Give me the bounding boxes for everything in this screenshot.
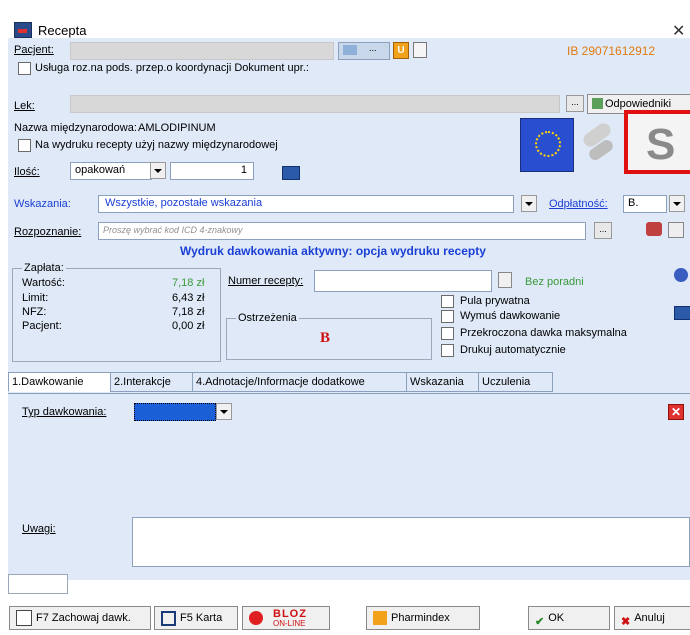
document-icon[interactable] xyxy=(498,272,512,288)
tab-allergies[interactable]: Uczulenia xyxy=(478,372,553,392)
option-label-3: Drukuj automatycznie xyxy=(460,344,566,356)
ib-number: IB 29071612912 xyxy=(567,44,656,58)
tools-icon[interactable] xyxy=(674,268,688,282)
title-bar: Recepta ✕ xyxy=(0,8,690,40)
search-card-icon xyxy=(161,610,176,626)
rx-number-input[interactable] xyxy=(314,270,492,292)
service-checkbox[interactable] xyxy=(18,62,31,75)
pharmindex-icon xyxy=(373,611,387,626)
tab-interactions[interactable]: 2.Interakcje xyxy=(110,372,194,392)
pay-key-0: Wartość: xyxy=(22,277,65,289)
ok-button[interactable]: ✔ OK xyxy=(528,606,610,630)
card-button[interactable]: F5 Karta xyxy=(154,606,238,630)
bottom-tab-stub xyxy=(8,574,68,594)
print-notice: Wydruk dawkowania aktywny: opcja wydruku… xyxy=(180,244,486,258)
dosing-type-label: Typ dawkowania: xyxy=(22,406,107,418)
warnings-title: Ostrzeżenia xyxy=(236,312,299,324)
equivalents-icon xyxy=(592,98,603,109)
warnings-letter: B xyxy=(320,330,331,346)
s-badge: S xyxy=(624,110,690,174)
indications-select[interactable]: Wszystkie, pozostałe wskazania xyxy=(98,195,514,213)
eu-flag-icon xyxy=(520,118,574,172)
notes-label: Uwagi: xyxy=(22,523,56,535)
eraser-icon[interactable] xyxy=(646,222,662,236)
diagnosis-label: Rozpoznanie: xyxy=(14,226,82,238)
payment-summary-title: Zapłata: xyxy=(22,262,66,274)
rx-number-label: Numer recepty: xyxy=(228,275,304,287)
pay-key-3: Pacjent: xyxy=(22,320,62,332)
diagnosis-input[interactable]: Proszę wybrać kod ICD 4-znakowy xyxy=(98,222,586,240)
notes-textarea[interactable] xyxy=(132,517,690,567)
cancel-icon: ✖ xyxy=(621,616,631,629)
option-checkbox-2[interactable] xyxy=(441,327,454,340)
intl-name-label: Nazwa międzynarodowa: xyxy=(14,122,137,134)
tab-indications[interactable]: Wskazania xyxy=(406,372,481,392)
drug-field[interactable] xyxy=(70,95,560,113)
pharmindex-button[interactable]: Pharmindex xyxy=(366,606,480,630)
option-label-2: Przekroczona dawka maksymalna xyxy=(460,327,627,339)
card-icon xyxy=(343,45,357,55)
patient-info-icon[interactable]: U xyxy=(393,42,409,59)
payment-select[interactable]: B. xyxy=(623,195,667,213)
notes-icon[interactable] xyxy=(668,222,684,238)
drug-label: Lek: xyxy=(14,100,35,112)
diagnosis-browse-button[interactable]: ... xyxy=(594,222,612,239)
qty-label: Ilość: xyxy=(14,166,40,178)
service-label: Usługa roz.na pods. przep.o koordynacji … xyxy=(35,62,309,74)
edit-icon xyxy=(16,610,32,627)
option-checkbox-3[interactable] xyxy=(441,344,454,357)
calculator-icon-2[interactable] xyxy=(674,306,690,320)
intl-name-value: AMLODIPINUM xyxy=(138,122,216,134)
clear-dosing-icon[interactable]: ✕ xyxy=(668,404,684,420)
patient-field[interactable] xyxy=(70,42,334,60)
qty-unit-dropdown[interactable] xyxy=(150,162,166,179)
pay-value-0: 7,18 zł xyxy=(172,277,205,289)
bloz-button[interactable]: BLOZ ON-LINE xyxy=(242,606,330,630)
pay-value-3: 0,00 zł xyxy=(172,320,205,332)
intl-name-print-label: Na wydruku recepty użyj nazwy międzynaro… xyxy=(35,139,278,151)
pay-value-1: 6,43 zł xyxy=(172,292,205,304)
calculator-icon[interactable] xyxy=(282,166,300,180)
prescription-window: Recepta ✕ Pacjent: ... U IB 29071612912 … xyxy=(0,0,690,633)
option-checkbox-1[interactable] xyxy=(441,310,454,323)
save-dose-button[interactable]: F7 Zachowaj dawk. xyxy=(9,606,151,630)
tab-annotations[interactable]: 4.Adnotacje/Informacje dodatkowe xyxy=(192,372,408,392)
no-clinic-label: Bez poradni xyxy=(525,276,584,288)
option-checkbox-0[interactable] xyxy=(441,295,454,308)
tab-dosing[interactable]: 1.Dawkowanie xyxy=(8,372,111,392)
dosing-type-select[interactable] xyxy=(134,403,216,421)
payment-label: Odpłatność: xyxy=(549,198,608,210)
qty-unit-select[interactable]: opakowań xyxy=(70,162,152,180)
indications-dropdown[interactable] xyxy=(521,195,537,212)
check-icon: ✔ xyxy=(535,616,545,629)
indications-label: Wskazania: xyxy=(14,198,71,210)
intl-name-checkbox[interactable] xyxy=(18,139,31,152)
dosing-type-dropdown[interactable] xyxy=(216,403,232,420)
option-label-1: Wymuś dawkowanie xyxy=(460,310,561,322)
window-title: Recepta xyxy=(38,23,87,38)
pay-key-2: NFZ: xyxy=(22,306,47,318)
copy-icon[interactable] xyxy=(413,42,427,58)
app-icon xyxy=(14,22,32,38)
payment-dropdown[interactable] xyxy=(669,195,685,212)
drug-browse-button[interactable]: ... xyxy=(566,95,584,112)
cancel-button[interactable]: ✖ Anuluj xyxy=(614,606,690,630)
patient-label: Pacjent: xyxy=(14,44,54,56)
option-label-0: Pula prywatna xyxy=(460,295,530,307)
qty-value-input[interactable]: 1 xyxy=(170,162,254,180)
pay-key-1: Limit: xyxy=(22,292,49,304)
pills-icon xyxy=(578,120,618,166)
bloz-icon xyxy=(249,611,263,626)
pay-value-2: 7,18 zł xyxy=(172,306,205,318)
patient-search-button[interactable]: ... xyxy=(338,42,390,60)
